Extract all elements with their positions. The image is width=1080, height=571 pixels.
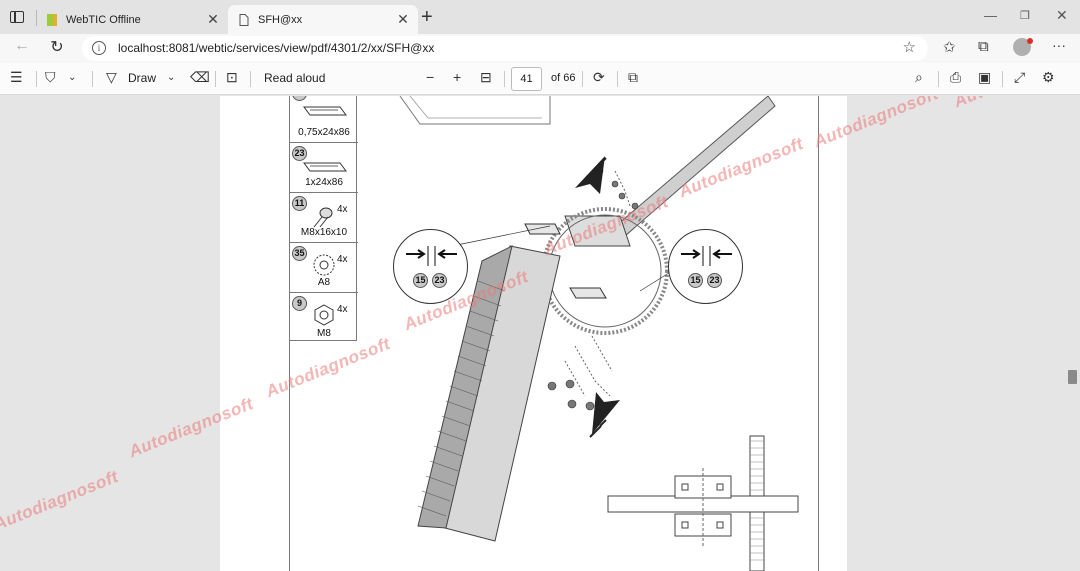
toolbar-divider — [1002, 71, 1003, 87]
add-favorite-icon[interactable]: ☆ — [903, 38, 916, 56]
restore-icon[interactable]: ❐ — [1020, 9, 1030, 22]
close-tab-icon[interactable]: ✕ — [206, 11, 220, 27]
tab-webtic-offline[interactable]: WebTIC Offline ✕ — [38, 5, 228, 34]
toolbar-divider — [504, 71, 505, 87]
url-text[interactable]: localhost:8081/webtic/services/view/pdf/… — [118, 41, 434, 55]
watermark-text: Autodiagnosoft — [0, 466, 122, 535]
rotate-icon[interactable]: ⟳ — [593, 69, 605, 86]
toolbar-divider — [36, 71, 37, 87]
draw-icon[interactable]: ▽ — [106, 69, 117, 86]
text-box-icon[interactable]: ⊡ — [226, 69, 238, 86]
site-info-icon[interactable]: i — [92, 41, 106, 55]
callout-number: 23 — [432, 273, 447, 288]
expand-icon[interactable]: ⤢ — [1014, 69, 1025, 86]
toolbar-divider — [938, 71, 939, 87]
back-icon[interactable]: ← — [11, 37, 33, 55]
pdf-viewer[interactable]: 15 0,75x24x86 23 1x24x86 11 4x M8x16x10 … — [0, 96, 1080, 571]
new-tab-icon[interactable]: + — [421, 7, 433, 27]
toolbar-divider — [582, 71, 583, 87]
scrollbar-thumb[interactable] — [1068, 370, 1077, 384]
tab-actions-icon[interactable] — [10, 11, 24, 23]
save-icon[interactable]: ▣ — [978, 69, 991, 86]
detail-callout-right: 15 23 — [668, 229, 743, 304]
spacing-arrows-icon — [681, 246, 732, 266]
spacing-arrows-icon — [406, 246, 457, 266]
toolbar-divider — [215, 71, 216, 87]
more-options-icon[interactable]: ··· — [1052, 37, 1066, 53]
refresh-icon[interactable]: ↻ — [46, 37, 68, 57]
toolbar-divider — [92, 71, 93, 87]
favorites-icon[interactable]: ✩ — [943, 38, 956, 56]
document-favicon-icon — [239, 13, 249, 26]
tab-title: SFH@xx — [258, 13, 303, 26]
toolbar-divider — [250, 71, 251, 87]
draw-button[interactable]: Draw — [128, 71, 156, 85]
minimize-icon[interactable]: — — [984, 8, 997, 23]
toolbar-divider — [617, 71, 618, 87]
tab-strip: WebTIC Offline ✕ SFH@xx ✕ + — ❐ ✕ — [0, 0, 1080, 34]
page-view-icon[interactable]: ⧉ — [628, 69, 638, 86]
search-icon[interactable]: ⌕ — [915, 69, 923, 86]
zoom-out-icon[interactable]: − — [426, 69, 434, 85]
contents-icon[interactable]: ☰ — [10, 69, 23, 86]
tab-title: WebTIC Offline — [66, 13, 141, 26]
collections-icon[interactable]: ⧉ — [978, 38, 989, 55]
close-window-icon[interactable]: ✕ — [1056, 7, 1068, 24]
highlight-dropdown-icon[interactable]: ⌄ — [68, 72, 76, 83]
close-tab-icon[interactable]: ✕ — [396, 11, 410, 27]
watermark-text: Autodiagnosoft — [951, 96, 1080, 112]
pdf-toolbar: ☰ ⛉ ⌄ ▽ Draw ⌄ ⌫ ⊡ Read aloud − + ⊟ 41 o… — [0, 63, 1080, 95]
print-icon[interactable]: ⎙ — [950, 69, 961, 86]
zoom-in-icon[interactable]: + — [453, 69, 461, 85]
highlight-icon[interactable]: ⛉ — [45, 69, 56, 86]
read-aloud-button[interactable]: Read aloud — [264, 71, 325, 85]
tab-divider — [36, 10, 37, 26]
page-number-input[interactable]: 41 — [511, 67, 542, 91]
tab-sfh[interactable]: SFH@xx ✕ — [228, 5, 418, 34]
callout-number: 15 — [413, 273, 428, 288]
notification-dot — [1027, 38, 1033, 44]
address-bar-row: ← ↻ i localhost:8081/webtic/services/vie… — [0, 34, 1080, 63]
settings-icon[interactable]: ⚙ — [1042, 69, 1055, 86]
eraser-icon[interactable]: ⌫ — [190, 69, 210, 86]
draw-dropdown-icon[interactable]: ⌄ — [167, 72, 175, 83]
webtic-favicon-icon — [47, 13, 57, 26]
address-bar[interactable]: i localhost:8081/webtic/services/view/pd… — [82, 36, 928, 61]
callout-number: 15 — [688, 273, 703, 288]
fit-to-page-icon[interactable]: ⊟ — [480, 69, 492, 86]
page-total: of 66 — [551, 72, 576, 84]
callout-number: 23 — [707, 273, 722, 288]
